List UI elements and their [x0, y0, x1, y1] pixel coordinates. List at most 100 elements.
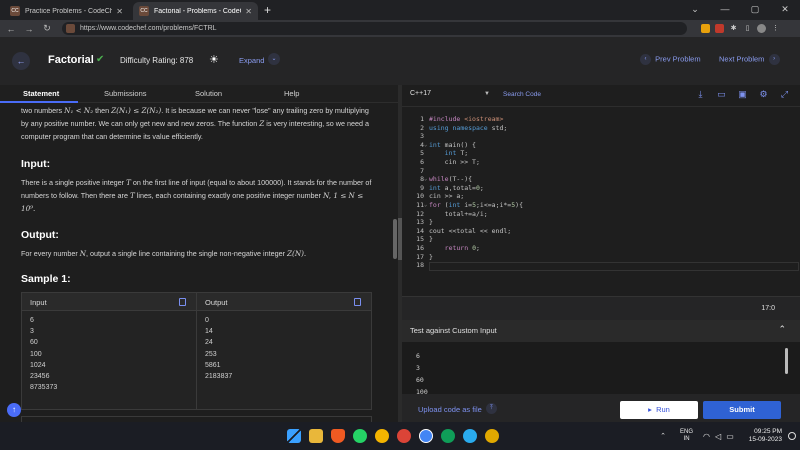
download-icon[interactable]: ⤓: [695, 89, 706, 100]
code-line: while(T--){: [429, 175, 473, 184]
output-description: For every number N, output a single line…: [21, 247, 373, 260]
search-code-link[interactable]: Search Code: [503, 91, 541, 98]
output-text: , output a single line containing the si…: [86, 249, 286, 258]
line-number: 16: [416, 243, 424, 252]
back-arrow-icon[interactable]: ←: [4, 24, 18, 34]
code-content[interactable]: #include <iostream> using namespace std;…: [429, 115, 797, 261]
math-expression: Z(N).: [287, 249, 307, 258]
expand-button[interactable]: Expand: [239, 56, 264, 65]
prev-problem-button[interactable]: ‹ Prev Problem: [640, 54, 701, 65]
chrome-profile-icon[interactable]: [397, 429, 411, 443]
sample-line: 253: [205, 350, 217, 358]
extension-red-icon[interactable]: [715, 24, 724, 33]
volume-icon[interactable]: ◁: [715, 432, 721, 441]
line-number: 18: [416, 261, 424, 270]
comment-icon[interactable]: ▭: [716, 89, 727, 100]
show-hidden-icons-chevron-icon[interactable]: ⌃: [660, 432, 666, 440]
run-button[interactable]: ▸ Run: [620, 401, 698, 419]
site-icon: [66, 24, 75, 33]
sample-line: 23456: [30, 373, 50, 381]
chrome-active-icon[interactable]: [419, 429, 433, 443]
copy-icon[interactable]: [354, 298, 361, 306]
tab-submissions[interactable]: Submissions: [104, 89, 147, 98]
close-window-button[interactable]: ✕: [770, 0, 800, 20]
tab-search-icon[interactable]: ⌄: [680, 0, 710, 20]
sample-header: Input Output: [22, 293, 371, 311]
menu-kebab-icon[interactable]: ⋮: [771, 24, 780, 33]
custom-input-scrollbar[interactable]: [785, 348, 788, 374]
chrome-extra-icon[interactable]: [485, 429, 499, 443]
time: 09:25 PM: [754, 428, 782, 435]
chevron-up-icon[interactable]: ⌃: [778, 324, 786, 335]
whatsapp-icon[interactable]: [353, 429, 367, 443]
problem-header: ← Factorial ✔ Difficulty Rating: 878 ☀ E…: [0, 37, 800, 85]
caret-down-icon: ▼: [484, 91, 490, 97]
chevron-right-icon: ›: [768, 54, 780, 65]
close-tab-icon[interactable]: ✕: [116, 7, 123, 16]
close-tab-icon[interactable]: ✕: [245, 7, 252, 16]
upload-icon[interactable]: ⤒: [486, 403, 497, 414]
browser-tab-factorial[interactable]: CC Factorial - Problems - CodeChef ✕: [133, 2, 258, 20]
sample-line: 60: [30, 339, 38, 347]
input-language[interactable]: ENG IN: [680, 429, 693, 443]
clock[interactable]: 09:25 PM 15-09-2023: [749, 428, 782, 444]
submit-button[interactable]: Submit: [703, 401, 781, 419]
telegram-icon[interactable]: [463, 429, 477, 443]
code-editor[interactable]: 1 2 3 4 5 6 7 8 9 10 11 12 13 14 15 16 1…: [402, 108, 800, 296]
code-line: int a,total=0;: [429, 183, 484, 192]
sun-icon[interactable]: ☀: [209, 53, 219, 66]
line-numbers: 1 2 3 4 5 6 7 8 9 10 11 12 13 14 15 16 1…: [402, 115, 424, 270]
statement-intro: two numbers N₁ < N₂ then Z(N₁) ≤ Z(N₂). …: [21, 104, 373, 143]
fullscreen-icon[interactable]: ⤢: [779, 89, 790, 100]
new-tab-button[interactable]: +: [264, 3, 271, 17]
math-expression: Z: [259, 119, 265, 128]
line-number: 6: [420, 157, 424, 166]
maximize-button[interactable]: ▢: [740, 0, 770, 20]
sample-heading: Sample 1:: [21, 273, 71, 285]
sidebar-icon[interactable]: ▯: [743, 24, 752, 33]
line-number: 10: [416, 192, 424, 201]
line-number: 2: [420, 123, 424, 132]
save-icon[interactable]: ▣: [737, 89, 748, 100]
chrome-icon[interactable]: [375, 429, 389, 443]
tab-solution[interactable]: Solution: [195, 89, 222, 98]
sample-line: 100: [30, 350, 42, 358]
wifi-icon[interactable]: ◠: [703, 432, 710, 441]
scroll-to-top-button[interactable]: ↑: [7, 403, 21, 417]
chevron-down-icon[interactable]: ⌄: [268, 53, 280, 65]
input-heading: Input:: [21, 158, 51, 170]
forward-arrow-icon[interactable]: →: [22, 24, 36, 34]
editor-status-bar: 17:0: [402, 296, 800, 320]
copy-icon[interactable]: [179, 298, 186, 306]
file-explorer-icon[interactable]: [309, 429, 323, 443]
language-select[interactable]: C++17 ▼: [410, 90, 490, 102]
url-bar[interactable]: https://www.codechef.com/problems/FCTRL: [62, 22, 687, 35]
puzzle-icon[interactable]: ✱: [729, 24, 738, 33]
date: 15-09-2023: [748, 436, 782, 443]
profile-avatar[interactable]: [757, 24, 766, 33]
tab-statement[interactable]: Statement: [23, 89, 59, 98]
settings-gear-icon[interactable]: ⚙: [758, 89, 769, 100]
extension-yellow-icon[interactable]: [701, 24, 710, 33]
line-number: 1: [420, 115, 424, 123]
minimize-button[interactable]: —: [710, 0, 740, 20]
tab-help[interactable]: Help: [284, 89, 299, 98]
sample-line: 5861: [205, 361, 221, 369]
next-problem-button[interactable]: Next Problem ›: [719, 54, 780, 65]
browser-tab-practice[interactable]: CC Practice Problems - CodeChef ✕: [4, 2, 129, 20]
brave-browser-icon[interactable]: [331, 429, 345, 443]
custom-input-textarea[interactable]: 6 3 60 100: [402, 342, 800, 396]
custom-input-header[interactable]: Test against Custom Input ⌃: [402, 320, 800, 342]
back-arrow-icon[interactable]: ←: [12, 52, 30, 70]
windows-start-icon[interactable]: [287, 429, 301, 443]
battery-icon[interactable]: ▭: [726, 432, 734, 441]
math-expression: Z(N₁) ≤ Z(N₂): [111, 106, 162, 115]
notification-icon[interactable]: [788, 432, 796, 440]
chrome-alt-icon[interactable]: [441, 429, 455, 443]
reload-icon[interactable]: ↻: [40, 23, 54, 34]
line-number: 4: [420, 140, 424, 149]
upload-code-link[interactable]: Upload code as file: [418, 405, 482, 414]
statement-scrollbar-thumb[interactable]: [393, 219, 397, 259]
sample-io-box: Input Output 6 3 60 100 1024 23456 87353…: [21, 292, 372, 410]
window-controls: ⌄ — ▢ ✕: [680, 0, 800, 20]
